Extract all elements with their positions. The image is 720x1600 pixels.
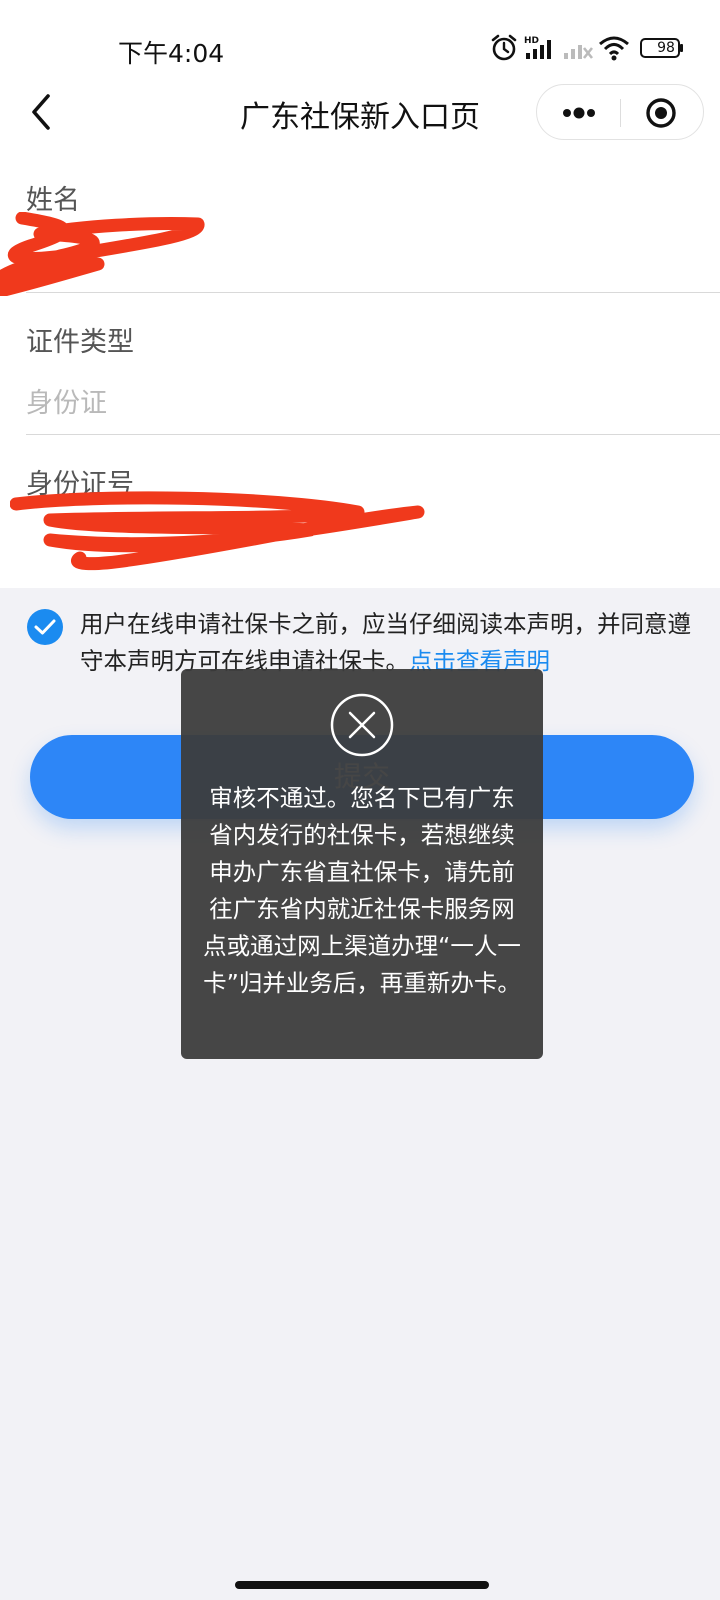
close-circle-icon xyxy=(330,693,394,757)
agreement-body: 用户在线申请社保卡之前，应当仔细阅读本声明，并同意遵守本声明方可在线申请社保卡。 xyxy=(80,610,691,675)
error-toast: 审核不通过。您名下已有广东省内发行的社保卡，若想继续申办广东省直社保卡，请先前往… xyxy=(181,669,543,1059)
alarm-icon xyxy=(491,34,517,61)
status-time: 下午4:04 xyxy=(118,39,225,68)
no-signal-icon xyxy=(564,45,594,59)
svg-text:HD: HD xyxy=(524,36,539,46)
id-type-label: 证件类型 xyxy=(26,327,134,358)
nav-bar: 广东社保新入口页 xyxy=(0,76,720,152)
id-number-redaction-scribble xyxy=(10,491,425,571)
divider xyxy=(26,434,720,435)
more-dots-icon[interactable] xyxy=(559,101,599,125)
id-type-field[interactable]: 证件类型 身份证 xyxy=(26,320,720,420)
id-type-value: 身份证 xyxy=(26,388,107,419)
application-form: 姓名 证件类型 身份证 身份证号 xyxy=(0,152,720,588)
miniapp-capsule xyxy=(536,84,704,140)
toast-message: 审核不通过。您名下已有广东省内发行的社保卡，若想继续申办广东省直社保卡，请先前往… xyxy=(203,784,521,997)
hd-signal-icon: HD xyxy=(524,36,551,59)
wifi-icon xyxy=(599,36,629,61)
screen: 下午4:04 HD 98 广东社保新入口页 姓名 证件类型 身份证 身份证号 用… xyxy=(0,0,720,1600)
miniapp-close-icon[interactable] xyxy=(645,97,677,129)
battery-level: 98 xyxy=(657,40,675,56)
agreement-checkbox[interactable] xyxy=(26,608,64,646)
name-redaction-scribble xyxy=(0,212,205,296)
home-indicator xyxy=(235,1581,489,1589)
divider xyxy=(26,292,720,293)
capsule-divider xyxy=(620,99,621,127)
